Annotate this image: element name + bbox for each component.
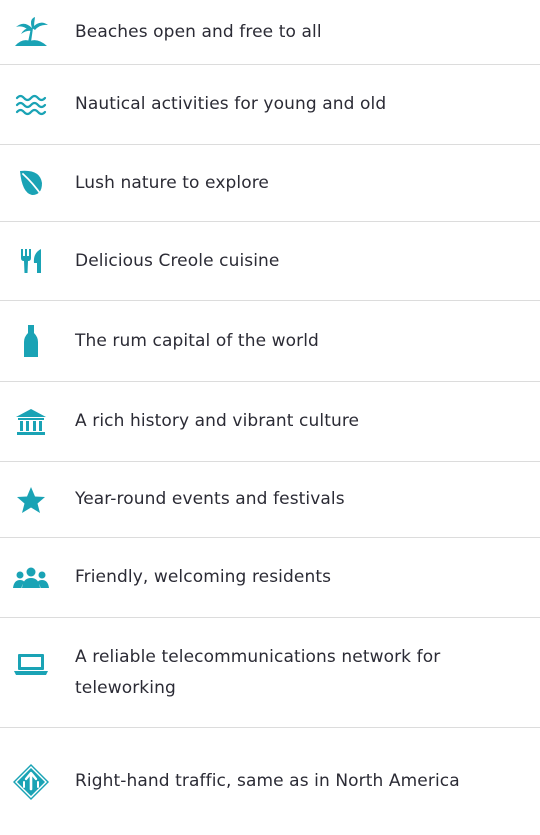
people-icon	[11, 558, 51, 598]
leaf-icon	[11, 163, 51, 203]
item-label: Right-hand traffic, same as in North Ame…	[75, 771, 460, 791]
list-item: Friendly, welcoming residents	[0, 538, 540, 618]
bottle-icon	[11, 321, 51, 361]
waves-icon	[11, 85, 51, 125]
list-item: The rum capital of the world	[0, 301, 540, 382]
list-item: Right-hand traffic, same as in North Ame…	[0, 728, 540, 835]
item-label: A reliable telecommunications network fo…	[75, 646, 441, 698]
list-item: A reliable telecommunications network fo…	[0, 618, 540, 728]
item-label: Beaches open and free to all	[75, 21, 322, 42]
museum-icon	[11, 402, 51, 442]
item-label: Lush nature to explore	[75, 172, 269, 193]
item-label: Nautical activities for young and old	[75, 94, 387, 114]
list-item: Nautical activities for young and old	[0, 65, 540, 145]
item-label: Year-round events and festivals	[75, 489, 345, 509]
list-item: Year-round events and festivals	[0, 462, 540, 538]
features-list: Beaches open and free to all Nautical ac…	[0, 0, 540, 835]
list-item: Delicious Creole cuisine	[0, 222, 540, 301]
item-label: The rum capital of the world	[75, 330, 319, 351]
laptop-icon	[11, 644, 51, 684]
list-item: Beaches open and free to all	[0, 0, 540, 65]
list-item: A rich history and vibrant culture	[0, 382, 540, 462]
fork-knife-icon	[11, 241, 51, 281]
item-label: A rich history and vibrant culture	[75, 411, 360, 431]
palm-tree-icon	[11, 12, 51, 52]
item-label: Delicious Creole cuisine	[75, 250, 280, 271]
star-icon	[11, 480, 51, 520]
list-item: Lush nature to explore	[0, 145, 540, 222]
item-label: Friendly, welcoming residents	[75, 567, 332, 587]
traffic-sign-icon	[11, 762, 51, 802]
